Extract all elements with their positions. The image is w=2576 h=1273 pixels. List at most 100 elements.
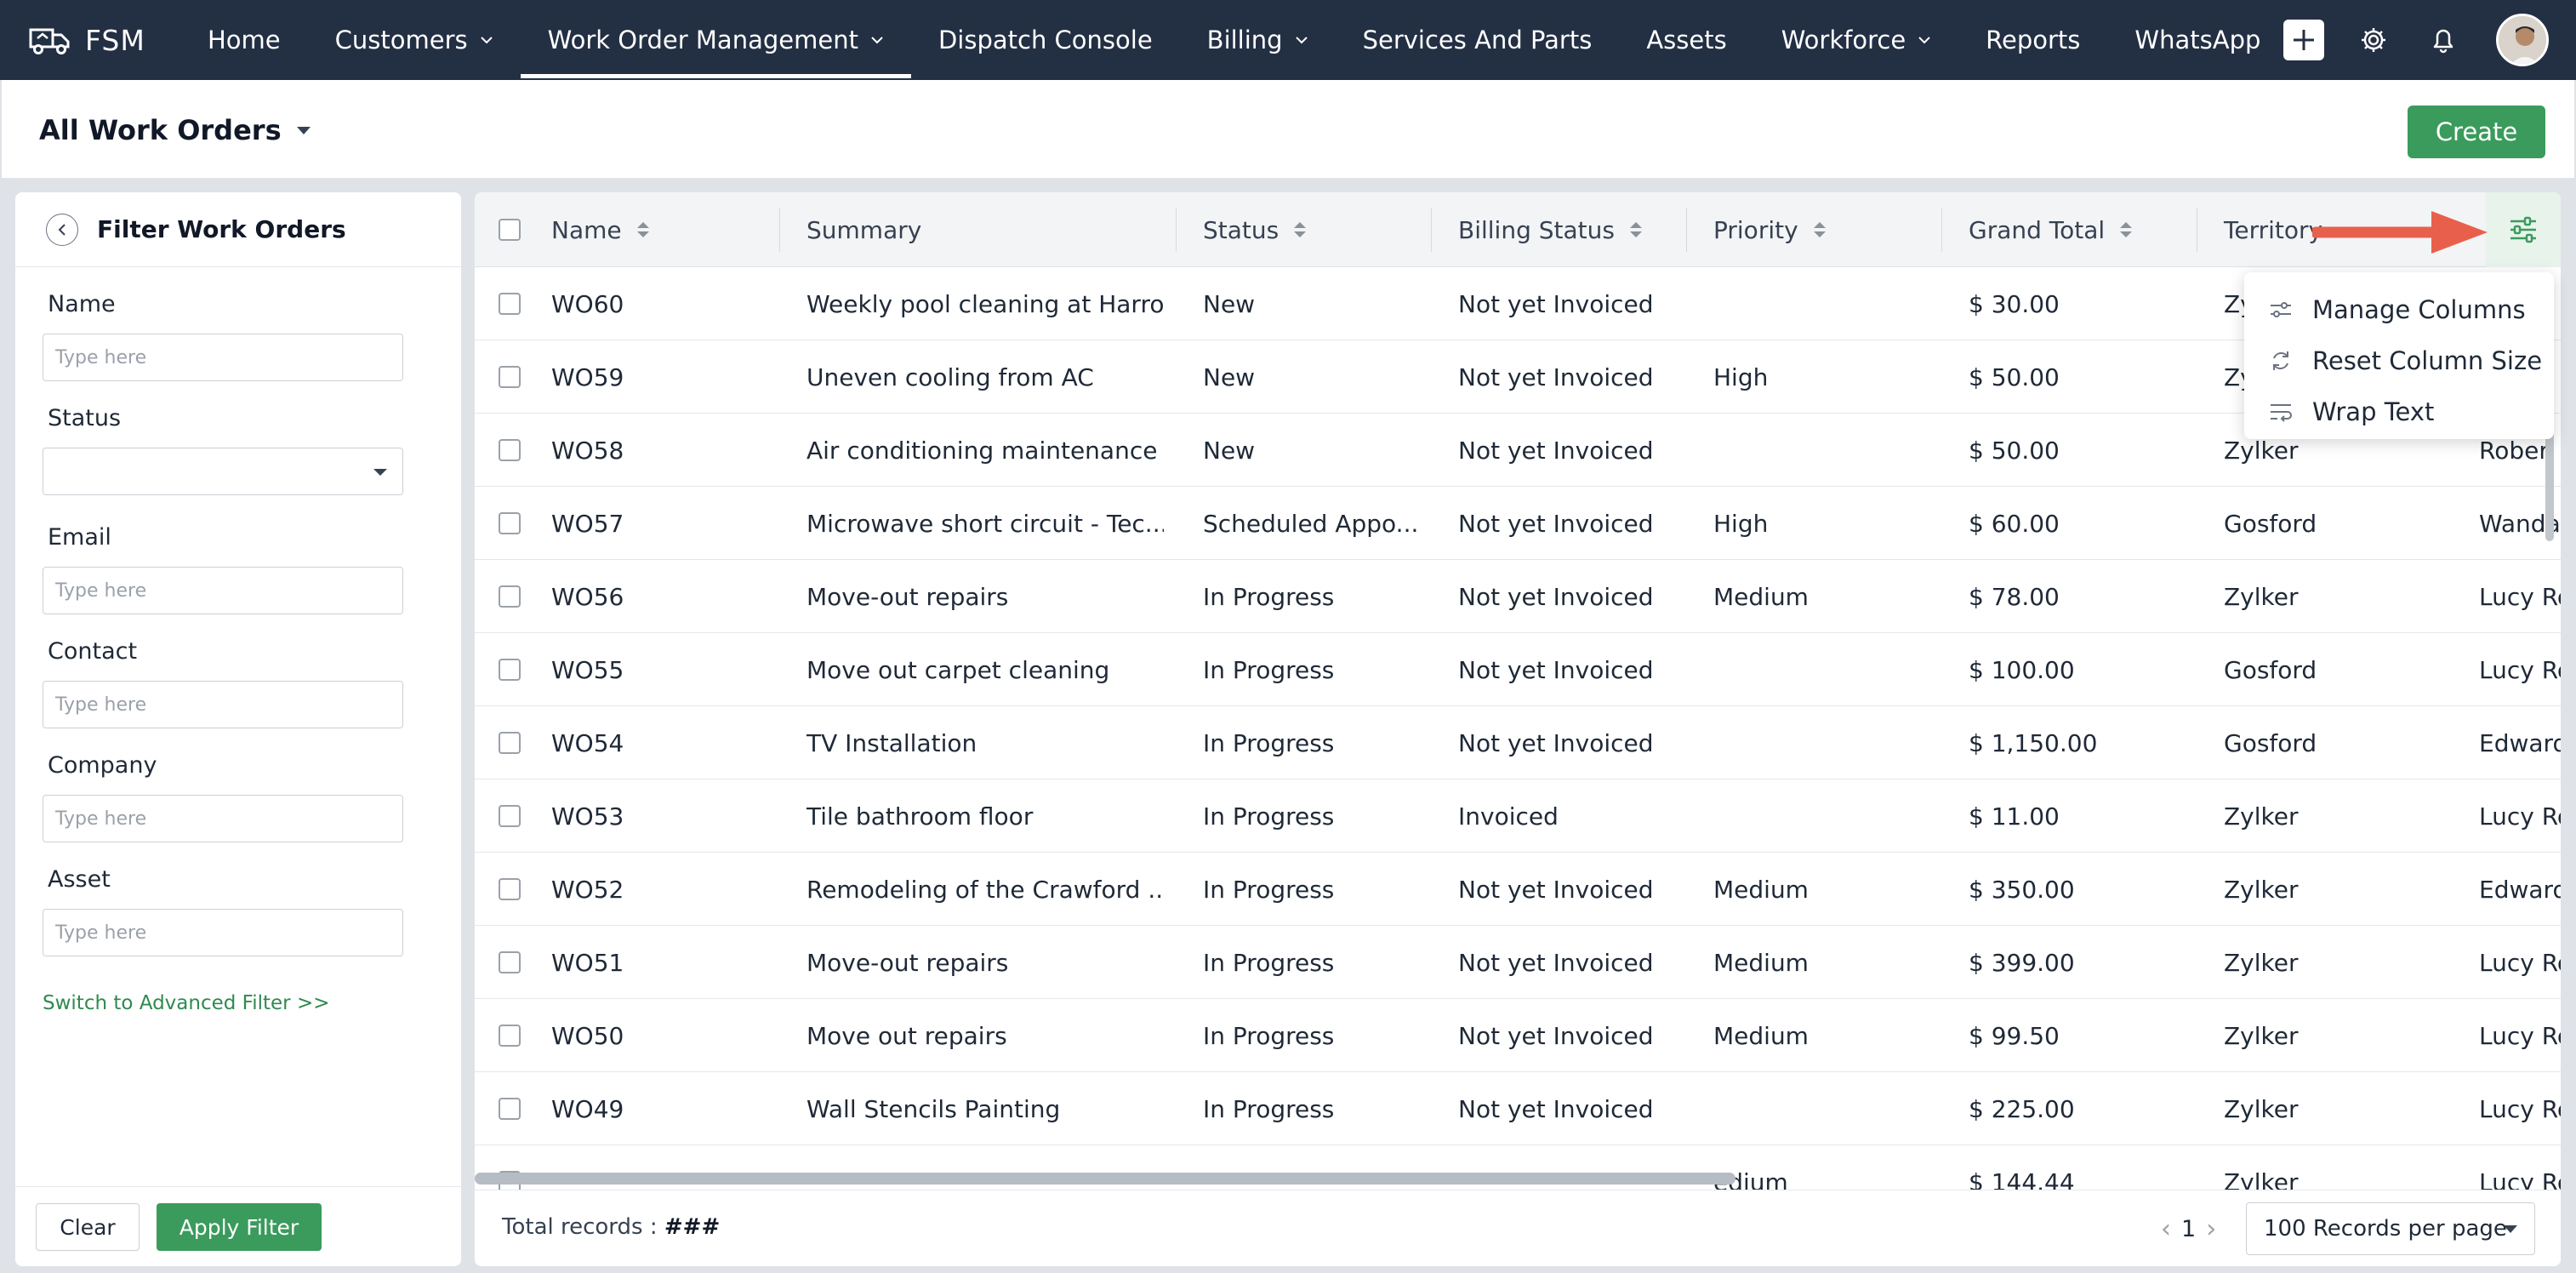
row-checkbox[interactable] [499,951,521,973]
apply-filter-button[interactable]: Apply Filter [157,1203,322,1251]
user-avatar-icon [2499,16,2546,64]
table-row[interactable]: WO56 Move-out repairs In Progress Not yet I… [475,560,2561,633]
email-input[interactable] [43,567,403,614]
cell-summary: Weekly pool cleaning at Harro... [806,289,1164,318]
row-checkbox[interactable] [499,1098,521,1120]
table-row[interactable]: WO49 Wall Stencils Painting In Progress Not… [475,1072,2561,1145]
horizontal-scrollbar[interactable] [475,1173,1735,1185]
quick-create-button[interactable] [2283,20,2324,60]
cell-name[interactable]: WO59 [551,340,772,414]
table-row[interactable]: WO53 Tile bathroom floor In Progress Invoic… [475,779,2561,853]
sliders-icon [2268,297,2294,323]
cell-grand-total: $ 78.00 [1969,582,2060,611]
column-resize-handle[interactable] [779,208,780,252]
cell-grand-total: $ 50.00 [1969,436,2060,465]
nav-item-reports[interactable]: Reports [1958,0,2107,80]
asset-input[interactable] [43,909,403,956]
cell-grand-total: $ 60.00 [1969,509,2060,538]
nav-item-customers[interactable]: Customers [308,0,521,80]
row-checkbox[interactable] [499,659,521,681]
column-resize-handle[interactable] [1176,208,1177,252]
clear-button[interactable]: Clear [36,1203,140,1251]
column-resize-handle[interactable] [1941,208,1942,252]
column-header-billing-status[interactable]: Billing Status [1458,192,1642,267]
table-row[interactable]: WO57 Microwave short circuit - Tec... Sche… [475,487,2561,560]
column-resize-handle[interactable] [1431,208,1432,252]
cell-name[interactable]: WO50 [551,999,772,1072]
cell-territory: Zylker [2224,1094,2299,1123]
select-all-checkbox[interactable] [499,219,521,241]
column-header-name[interactable]: Name [551,192,649,267]
nav-item-assets[interactable]: Assets [1619,0,1753,80]
back-button[interactable] [46,213,78,246]
cell-name[interactable]: WO51 [551,926,772,999]
cell-assigned-to: Lucy Ro [2479,655,2561,684]
cell-name[interactable]: WO54 [551,706,772,779]
row-checkbox[interactable] [499,512,521,534]
contact-input[interactable] [43,681,403,728]
cell-billing-status: Not yet Invoiced [1458,582,1654,611]
cell-assigned-to: Edward [2479,875,2561,904]
row-checkbox[interactable] [499,732,521,754]
cell-name[interactable]: WO55 [551,633,772,706]
cell-name[interactable]: WO53 [551,779,772,853]
column-header-summary[interactable]: Summary [806,192,921,267]
cell-grand-total: $ 11.00 [1969,802,2060,831]
create-button[interactable]: Create [2408,106,2545,158]
column-header-territory[interactable]: Territory [2224,192,2322,267]
column-header-label: Name [551,215,622,244]
table-row[interactable]: WO51 Move-out repairs In Progress Not yet I… [475,926,2561,999]
row-checkbox[interactable] [499,1025,521,1047]
row-checkbox[interactable] [499,439,521,461]
row-checkbox[interactable] [499,805,521,827]
view-selector[interactable]: All Work Orders [39,114,311,146]
cell-territory: Gosford [2224,509,2317,538]
cell-priority: Medium [1713,875,1809,904]
settings-button[interactable] [2357,23,2391,57]
menu-item-manage-columns[interactable]: Manage Columns [2268,286,2526,334]
cell-name[interactable]: WO52 [551,853,772,926]
name-input[interactable] [43,334,403,381]
nav-item-work-order-management[interactable]: Work Order Management [520,0,912,80]
cell-priority [1713,706,1936,779]
row-checkbox[interactable] [499,366,521,388]
row-checkbox[interactable] [499,293,521,315]
company-input[interactable] [43,795,403,842]
cell-name[interactable]: WO49 [551,1072,772,1145]
nav-item-home[interactable]: Home [180,0,308,80]
cell-status: In Progress [1203,948,1335,977]
table-row[interactable]: WO52 Remodeling of the Crawford ... In Pro… [475,853,2561,926]
nav-item-services-and-parts[interactable]: Services And Parts [1336,0,1620,80]
column-resize-handle[interactable] [1686,208,1687,252]
brand-name: FSM [85,23,145,57]
row-checkbox[interactable] [499,878,521,900]
table-row[interactable]: WO55 Move out carpet cleaning In Progress N… [475,633,2561,706]
nav-item-billing[interactable]: Billing [1180,0,1336,80]
chevron-left-icon[interactable]: ‹ [2161,1214,2171,1244]
nav-item-dispatch-console[interactable]: Dispatch Console [911,0,1180,80]
status-select[interactable] [43,448,403,495]
column-settings-button[interactable] [2486,192,2561,267]
table-row[interactable]: WO50 Move out repairs In Progress Not yet I… [475,999,2561,1072]
cell-name[interactable]: WO57 [551,487,772,560]
menu-item-reset-column-size[interactable]: Reset Column Size [2268,337,2542,385]
brand-logo[interactable]: FSM [0,0,180,80]
menu-item-wrap-text[interactable]: Wrap Text [2268,388,2434,436]
nav-item-workforce[interactable]: Workforce [1754,0,1958,80]
column-header-priority[interactable]: Priority [1713,192,1826,267]
cell-name[interactable]: WO58 [551,414,772,487]
advanced-filter-link[interactable]: Switch to Advanced Filter >> [43,992,330,1014]
column-header-label: Priority [1713,215,1798,244]
chevron-right-icon[interactable]: › [2206,1214,2216,1244]
cell-name[interactable]: WO56 [551,560,772,633]
cell-name[interactable]: WO60 [551,267,772,340]
records-per-page-select[interactable]: 100 Records per page [2246,1202,2535,1255]
avatar[interactable] [2496,14,2549,66]
column-header-status[interactable]: Status [1203,192,1307,267]
nav-item-whatsapp[interactable]: WhatsApp [2107,0,2288,80]
notifications-button[interactable] [2426,23,2460,57]
column-header-grand-total[interactable]: Grand Total [1969,192,2133,267]
cell-billing-status: Not yet Invoiced [1458,362,1654,391]
row-checkbox[interactable] [499,585,521,608]
table-row[interactable]: WO54 TV Installation In Progress Not yet In… [475,706,2561,779]
